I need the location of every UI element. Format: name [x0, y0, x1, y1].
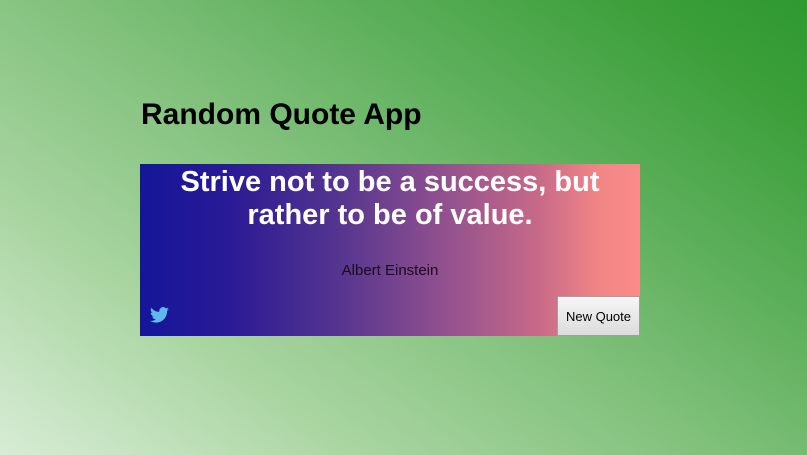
tweet-quote-link[interactable] [150, 307, 169, 323]
new-quote-button[interactable]: New Quote [557, 296, 640, 336]
quote-author: Albert Einstein [341, 262, 439, 279]
quote-text: Strive not to be a success, but rather t… [180, 166, 600, 231]
app-title: Random Quote App [141, 98, 422, 131]
twitter-icon [150, 307, 169, 323]
quote-box: Strive not to be a success, but rather t… [140, 164, 640, 336]
